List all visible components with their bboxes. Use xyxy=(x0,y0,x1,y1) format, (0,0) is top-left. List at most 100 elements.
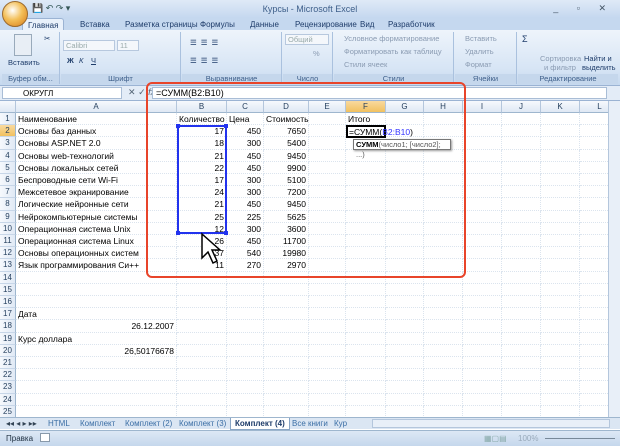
cell-I5[interactable] xyxy=(463,161,502,174)
cell-K22[interactable] xyxy=(541,369,580,382)
cell-L12[interactable] xyxy=(580,247,608,260)
enter-button[interactable]: ✓ xyxy=(138,87,146,97)
cell-C16[interactable] xyxy=(227,296,264,309)
column-header[interactable]: K xyxy=(541,101,580,113)
cell-I17[interactable] xyxy=(463,308,502,321)
cell-J9[interactable] xyxy=(502,210,541,223)
cell-J7[interactable] xyxy=(502,186,541,199)
cell-A19[interactable]: Курс доллара xyxy=(16,332,177,345)
cell-E15[interactable] xyxy=(309,283,346,296)
row-header[interactable]: 3 xyxy=(0,137,16,150)
sheet-tab[interactable]: Комплект (4) xyxy=(230,418,290,430)
cell-K2[interactable] xyxy=(541,125,580,138)
row-header[interactable]: 23 xyxy=(0,381,16,394)
cell-A17[interactable]: Дата xyxy=(16,308,177,321)
row-header[interactable]: 21 xyxy=(0,357,16,370)
cell-K5[interactable] xyxy=(541,161,580,174)
cell-J5[interactable] xyxy=(502,161,541,174)
row-header[interactable]: 8 xyxy=(0,198,16,211)
vertical-scrollbar[interactable] xyxy=(608,101,620,417)
cell-K13[interactable] xyxy=(541,259,580,272)
cell-L23[interactable] xyxy=(580,381,608,394)
cell-J16[interactable] xyxy=(502,296,541,309)
cell-G20[interactable] xyxy=(386,344,424,357)
cell-F24[interactable] xyxy=(346,393,386,406)
cell-D22[interactable] xyxy=(264,369,309,382)
cell-L11[interactable] xyxy=(580,235,608,248)
cell-J23[interactable] xyxy=(502,381,541,394)
cell-I25[interactable] xyxy=(463,405,502,417)
cell-F17[interactable] xyxy=(346,308,386,321)
row-header[interactable]: 10 xyxy=(0,222,16,235)
cell-E24[interactable] xyxy=(309,393,346,406)
cell-E23[interactable] xyxy=(309,381,346,394)
cell-J2[interactable] xyxy=(502,125,541,138)
cell-A25[interactable] xyxy=(16,405,177,417)
view-buttons[interactable]: ▦▢▤ xyxy=(484,434,507,443)
cell-L9[interactable] xyxy=(580,211,608,223)
cell-H21[interactable] xyxy=(424,357,463,370)
cell-L1[interactable] xyxy=(580,113,608,126)
cell-E19[interactable] xyxy=(309,332,346,345)
justify-icons[interactable]: ☰☰☰ xyxy=(190,56,222,65)
cell-J15[interactable] xyxy=(502,283,541,296)
bold-button[interactable]: Ж xyxy=(67,56,74,65)
cell-C20[interactable] xyxy=(227,344,264,357)
row-header[interactable]: 6 xyxy=(0,174,16,187)
row-header[interactable]: 11 xyxy=(0,235,16,248)
cell-J25[interactable] xyxy=(502,405,541,417)
cell-K3[interactable] xyxy=(541,137,580,150)
align-icons[interactable]: ☰☰☰ xyxy=(190,38,222,47)
sheet-tab[interactable]: HTML xyxy=(44,418,74,430)
cell-K21[interactable] xyxy=(541,357,580,370)
cell-H22[interactable] xyxy=(424,369,463,382)
cell-B18[interactable] xyxy=(177,320,227,333)
cell-G19[interactable] xyxy=(386,332,424,345)
font-name-select[interactable]: Calibri xyxy=(63,40,115,51)
row-header[interactable]: 18 xyxy=(0,320,16,333)
sheet-tab[interactable]: Комплект xyxy=(76,418,119,430)
cell-F25[interactable] xyxy=(346,405,386,417)
cell-C22[interactable] xyxy=(227,369,264,382)
cell-K9[interactable] xyxy=(541,210,580,223)
name-box[interactable]: ОКРУГЛ xyxy=(2,87,122,99)
cell-J3[interactable] xyxy=(502,137,541,150)
row-header[interactable]: 12 xyxy=(0,247,16,260)
cell-E21[interactable] xyxy=(309,357,346,370)
cell-J4[interactable] xyxy=(502,149,541,162)
cell-K4[interactable] xyxy=(541,149,580,162)
cell-B17[interactable] xyxy=(177,308,227,321)
cell-F15[interactable] xyxy=(346,283,386,296)
cancel-button[interactable]: ✕ xyxy=(128,87,136,97)
cell-J22[interactable] xyxy=(502,369,541,382)
cell-K20[interactable] xyxy=(541,344,580,357)
cell-G15[interactable] xyxy=(386,283,424,296)
cell-G22[interactable] xyxy=(386,369,424,382)
cell-L21[interactable] xyxy=(580,357,608,370)
cell-C19[interactable] xyxy=(227,332,264,345)
window-controls[interactable]: _ ▫ ✕ xyxy=(553,3,614,14)
cell-L14[interactable] xyxy=(580,272,608,284)
cell-B15[interactable] xyxy=(177,283,227,296)
cell-D16[interactable] xyxy=(264,296,309,309)
office-button[interactable] xyxy=(2,1,28,27)
cell-G24[interactable] xyxy=(386,393,424,406)
cell-L5[interactable] xyxy=(580,162,608,174)
cell-B23[interactable] xyxy=(177,381,227,394)
cell-J21[interactable] xyxy=(502,357,541,370)
delete-cells-button[interactable]: Удалить xyxy=(465,47,494,56)
cell-D21[interactable] xyxy=(264,357,309,370)
row-header[interactable]: 19 xyxy=(0,332,16,345)
format-as-table-button[interactable]: Форматировать как таблицу xyxy=(344,47,442,56)
cell-K23[interactable] xyxy=(541,381,580,394)
cell-E16[interactable] xyxy=(309,296,346,309)
cell-J19[interactable] xyxy=(502,332,541,345)
cell-E22[interactable] xyxy=(309,369,346,382)
cut-icon[interactable]: ✂ xyxy=(44,34,50,43)
percent-button[interactable]: % xyxy=(313,49,320,58)
cell-E18[interactable] xyxy=(309,320,346,333)
cell-L22[interactable] xyxy=(580,369,608,382)
cell-J20[interactable] xyxy=(502,344,541,357)
font-size-select[interactable]: 11 xyxy=(117,40,139,51)
cell-K25[interactable] xyxy=(541,405,580,417)
